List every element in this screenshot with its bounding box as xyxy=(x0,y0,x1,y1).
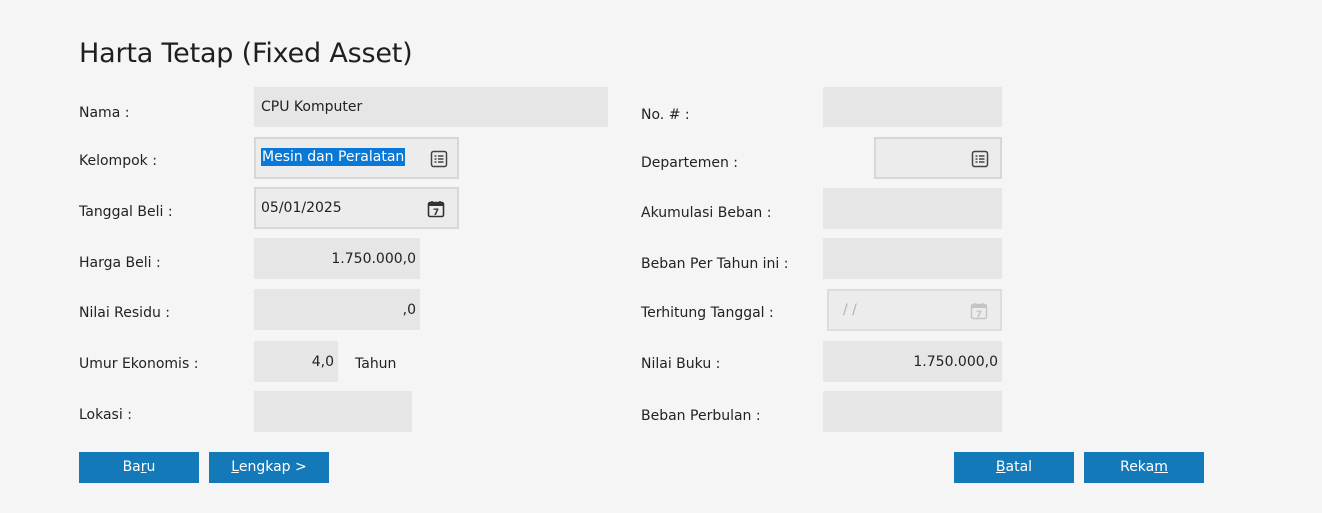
calendar-icon: 7 xyxy=(970,303,988,320)
umur-ekonomis-label: Umur Ekonomis : xyxy=(79,356,199,372)
harga-beli-field[interactable]: 1.750.000,0 xyxy=(254,238,420,279)
batal-button-text-b: atal xyxy=(1005,459,1033,475)
list-lookup-icon[interactable] xyxy=(430,150,448,168)
tanggal-beli-field[interactable]: 05/01/2025 7 xyxy=(254,187,459,229)
batal-button-mnemonic: B xyxy=(995,459,1006,475)
nilai-residu-value: ,0 xyxy=(402,302,416,318)
harga-beli-label: Harga Beli : xyxy=(79,255,161,271)
rekam-button[interactable]: Rekam xyxy=(1084,452,1204,483)
lokasi-field[interactable] xyxy=(254,391,412,432)
lengkap-button-text-b: engkap > xyxy=(238,459,307,475)
svg-text:7: 7 xyxy=(433,208,439,218)
no-label: No. # : xyxy=(641,107,690,123)
tanggal-beli-label: Tanggal Beli : xyxy=(79,204,173,220)
beban-perbulan-field[interactable] xyxy=(823,391,1002,432)
svg-text:7: 7 xyxy=(976,310,982,320)
lengkap-button[interactable]: Lengkap > xyxy=(209,452,329,483)
nama-label: Nama : xyxy=(79,105,130,121)
no-field[interactable] xyxy=(823,87,1002,127)
baru-button-text-b: u xyxy=(146,459,156,475)
beban-per-tahun-label: Beban Per Tahun ini : xyxy=(641,256,789,272)
departemen-field[interactable] xyxy=(874,137,1002,179)
nilai-buku-field[interactable]: 1.750.000,0 xyxy=(823,341,1002,382)
akumulasi-beban-field[interactable] xyxy=(823,188,1002,229)
tanggal-beli-value: 05/01/2025 xyxy=(261,200,342,216)
terhitung-tanggal-field[interactable]: / / 7 xyxy=(827,289,1002,331)
kelompok-label: Kelompok : xyxy=(79,153,157,169)
umur-ekonomis-field[interactable]: 4,0 xyxy=(254,341,338,382)
rekam-button-text-a: Reka xyxy=(1120,459,1155,475)
beban-perbulan-label: Beban Perbulan : xyxy=(641,408,761,424)
rekam-button-mnemonic: m xyxy=(1154,459,1168,475)
baru-button[interactable]: Baru xyxy=(79,452,199,483)
beban-per-tahun-field[interactable] xyxy=(823,238,1002,279)
terhitung-tanggal-label: Terhitung Tanggal : xyxy=(641,305,774,321)
departemen-label: Departemen : xyxy=(641,155,739,171)
baru-button-text-a: Ba xyxy=(122,459,141,475)
harga-beli-value: 1.750.000,0 xyxy=(331,251,416,267)
kelompok-field[interactable]: Mesin dan Peralatan xyxy=(254,137,459,179)
nilai-residu-field[interactable]: ,0 xyxy=(254,289,420,330)
nama-field[interactable]: CPU Komputer xyxy=(254,87,608,127)
kelompok-value: Mesin dan Peralatan xyxy=(261,148,406,166)
batal-button[interactable]: Batal xyxy=(954,452,1074,483)
nilai-residu-label: Nilai Residu : xyxy=(79,305,170,321)
page-title: Harta Tetap (Fixed Asset) xyxy=(79,38,413,69)
list-lookup-icon[interactable] xyxy=(971,150,989,168)
terhitung-tanggal-value: / / xyxy=(843,302,857,318)
nilai-buku-value: 1.750.000,0 xyxy=(913,354,998,370)
nama-value: CPU Komputer xyxy=(261,99,363,115)
umur-ekonomis-value: 4,0 xyxy=(311,354,334,370)
nilai-buku-label: Nilai Buku : xyxy=(641,356,721,372)
umur-ekonomis-unit: Tahun xyxy=(355,356,397,372)
lengkap-button-mnemonic: L xyxy=(231,459,239,475)
calendar-icon[interactable]: 7 xyxy=(427,200,445,218)
akumulasi-beban-label: Akumulasi Beban : xyxy=(641,205,772,221)
lokasi-label: Lokasi : xyxy=(79,407,132,423)
